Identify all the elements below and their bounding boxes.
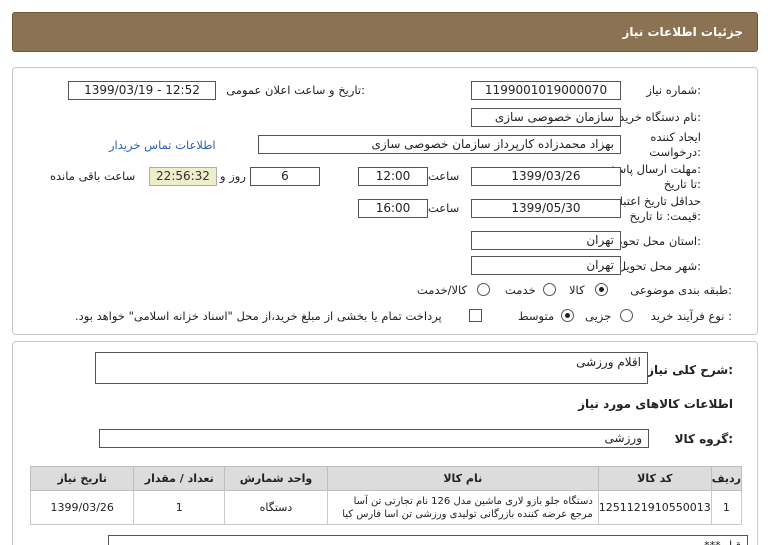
col-row-header: ردیف <box>710 466 743 491</box>
summary-label: شرح کلی نیاز: <box>647 363 733 377</box>
category-radio-goods-service[interactable] <box>477 283 490 296</box>
col-name-header: نام کالا <box>326 466 599 491</box>
col-unit-header: واحد شمارش <box>224 466 328 491</box>
province-field: تهران <box>471 231 621 250</box>
buyer-org-field: سازمان خصوصی سازی <box>471 108 621 127</box>
remaining-time-field: 22:56:32 <box>149 167 217 186</box>
creator-label-2: درخواست: <box>649 145 701 159</box>
process-radio-medium[interactable] <box>561 309 574 322</box>
table-row[interactable]: 1 1251121910550013 دستگاه جلو بازو لاری … <box>29 490 743 525</box>
city-field: تهران <box>471 256 621 275</box>
cell-row: 1 <box>710 490 743 525</box>
deadline-date-field: 1399/03/26 <box>471 167 621 186</box>
category-label: طبقه بندی موضوعی: <box>630 283 732 297</box>
validity-label-2: قیمت: تا تاریخ: <box>629 209 701 223</box>
category-option-service: خدمت <box>505 283 536 297</box>
category-radio-goods[interactable] <box>595 283 608 296</box>
days-label: روز و <box>220 169 246 183</box>
validity-label-1: حداقل تاریخ اعتبار <box>614 194 701 208</box>
need-number-field: 1199001019000070 <box>471 81 621 100</box>
category-option-goods: کالا <box>569 283 585 297</box>
cell-date: 1399/03/26 <box>29 490 135 525</box>
validity-time-field: 16:00 <box>358 199 428 218</box>
treasury-payment-note: پرداخت تمام یا بخشی از مبلغ خرید،از محل … <box>75 309 442 323</box>
validity-date-field: 1399/05/30 <box>471 199 621 218</box>
buyer-notes-field: قبل *** <box>108 535 748 545</box>
cell-code: 1251121910550013 <box>597 490 712 525</box>
deadline-time-field: 12:00 <box>358 167 428 186</box>
city-label: شهر محل تحویل: <box>617 259 701 273</box>
summary-field: اقلام ورزشی <box>95 352 648 384</box>
category-radio-service[interactable] <box>543 283 556 296</box>
goods-table: ردیف کد کالا نام کالا واحد شمارش تعداد /… <box>29 466 743 525</box>
process-radio-minor[interactable] <box>620 309 633 322</box>
creator-field: بهزاد محمدزاده کارپرداز سازمان خصوصی ساز… <box>258 135 621 154</box>
goods-info-title: اطلاعات کالاهای مورد نیاز <box>578 397 733 411</box>
remaining-time-label: ساعت باقی مانده <box>50 169 136 183</box>
deadline-label-2: تا تاریخ: <box>663 177 701 191</box>
announce-field: 1399/03/19 - 12:52 <box>68 81 216 100</box>
cell-qty: 1 <box>133 490 226 525</box>
page-title: جزئیات اطلاعات نیاز <box>622 25 743 39</box>
cell-name-line2: مرجع عرضه کننده بازرگانی تولیدی ورزشی تن… <box>342 508 593 520</box>
buyer-org-label: نام دستگاه خریدار: <box>610 110 701 124</box>
category-option-goods-service: کالا/خدمت <box>417 283 468 297</box>
goods-group-field: ورزشی <box>99 429 649 448</box>
deadline-label-1: مهلت ارسال پاسخ: <box>609 162 701 176</box>
goods-group-label: گروه کالا: <box>674 432 733 446</box>
cell-name-line1: دستگاه جلو بازو لاری ماشین مدل 126 نام ت… <box>353 495 593 507</box>
days-field: 6 <box>250 167 320 186</box>
need-info-panel: شماره نیاز: 1199001019000070 تاریخ و ساع… <box>12 67 758 335</box>
need-details-panel: شرح کلی نیاز: اقلام ورزشی اطلاعات کالاها… <box>12 341 758 545</box>
process-option-medium: متوسط <box>518 309 555 323</box>
goods-table-header: ردیف کد کالا نام کالا واحد شمارش تعداد /… <box>29 466 743 491</box>
deadline-time-label: ساعت <box>428 169 460 183</box>
buyer-contact-link[interactable]: اطلاعات تماس خریدار <box>109 138 216 152</box>
need-number-label: شماره نیاز: <box>646 83 701 97</box>
creator-label-1: ایجاد کننده <box>650 130 701 144</box>
col-qty-header: تعداد / مقدار <box>133 466 226 491</box>
treasury-payment-checkbox[interactable] <box>469 309 482 322</box>
col-code-header: کد کالا <box>597 466 712 491</box>
process-option-minor: جزیی <box>585 309 612 323</box>
process-label: نوع فرآیند خرید : <box>650 309 732 323</box>
cell-unit: دستگاه <box>224 490 328 525</box>
cell-name: دستگاه جلو بازو لاری ماشین مدل 126 نام ت… <box>326 490 599 525</box>
page-header: جزئیات اطلاعات نیاز <box>12 12 758 52</box>
announce-label: تاریخ و ساعت اعلان عمومی: <box>226 83 365 97</box>
validity-time-label: ساعت <box>428 201 460 215</box>
col-date-header: تاریخ نیاز <box>29 466 135 491</box>
province-label: استان محل تحویل: <box>610 234 701 248</box>
